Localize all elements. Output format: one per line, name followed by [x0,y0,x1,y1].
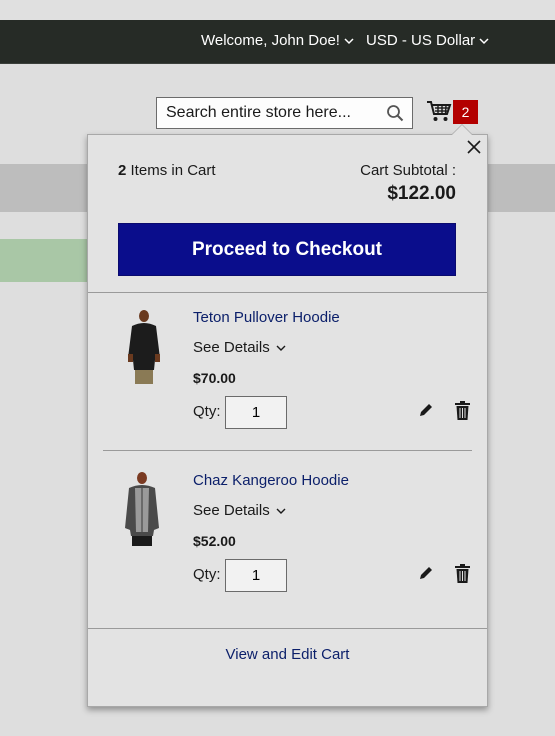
welcome-text: Welcome, John Doe! [201,32,340,49]
edit-pencil-icon[interactable] [418,565,434,581]
product-price: $70.00 [193,370,236,386]
proceed-to-checkout-button[interactable]: Proceed to Checkout [118,223,456,276]
product-price: $52.00 [193,533,236,549]
divider [88,292,487,293]
product-thumbnail[interactable] [122,470,162,550]
chevron-down-icon [276,345,286,351]
dropdown-caret [451,124,473,135]
trash-icon[interactable] [455,401,470,420]
cart-icon[interactable] [426,99,452,123]
items-count-number: 2 [118,162,127,179]
qty-input[interactable] [225,396,287,429]
items-count-label: Items in Cart [130,162,216,179]
message-band [0,239,90,282]
search-icon[interactable] [386,104,404,122]
top-strip [0,0,555,20]
product-name-link[interactable]: Teton Pullover Hoodie [193,309,340,326]
qty-input[interactable] [225,559,287,592]
subtotal-label: Cart Subtotal : [360,162,456,179]
search-box [156,97,413,129]
close-icon[interactable] [466,139,482,155]
qty-label: Qty: [193,566,221,583]
chevron-down-icon [276,508,286,514]
product-name-link[interactable]: Chaz Kangeroo Hoodie [193,472,349,489]
items-in-cart: 2 Items in Cart [118,162,216,179]
subtotal-value: $122.00 [387,183,456,204]
welcome-menu[interactable]: Welcome, John Doe! [201,32,354,49]
cart-count-badge[interactable]: 2 [453,100,478,124]
trash-icon[interactable] [455,564,470,583]
divider [88,628,487,629]
currency-text: USD - US Dollar [366,32,476,49]
chevron-down-icon [479,37,489,44]
search-input[interactable] [157,98,382,128]
see-details-label: See Details [193,502,270,519]
see-details-label: See Details [193,339,270,356]
currency-switcher[interactable]: USD - US Dollar [366,32,489,49]
chevron-down-icon [344,37,354,44]
see-details-toggle[interactable]: See Details [193,339,286,356]
see-details-toggle[interactable]: See Details [193,502,286,519]
qty-label: Qty: [193,403,221,420]
edit-pencil-icon[interactable] [418,402,434,418]
minicart-dropdown [87,134,488,707]
divider [103,450,472,451]
product-thumbnail[interactable] [124,308,164,388]
view-and-edit-cart-link[interactable]: View and Edit Cart [87,646,488,663]
